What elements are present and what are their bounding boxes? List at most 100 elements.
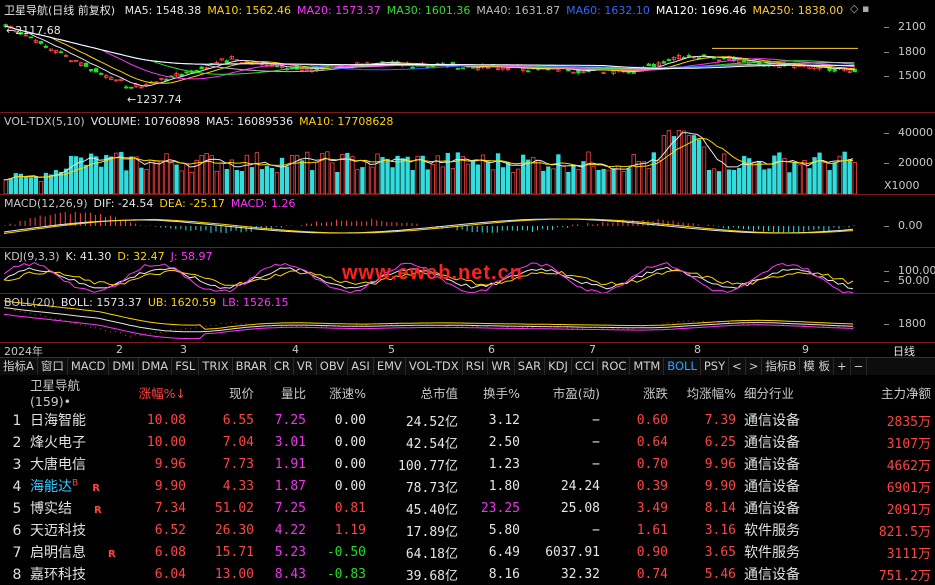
- volume-bar: [807, 168, 812, 194]
- stock-name[interactable]: 烽火电子: [30, 435, 86, 451]
- chart-toggle-icon[interactable]: ◇ ▪: [850, 2, 869, 15]
- column-header[interactable]: 主力净额: [836, 375, 935, 409]
- kline-panel[interactable]: 卫星导航(日线 前复权) MA5: 1548.38 MA10: 1562.46 MA…: [0, 0, 883, 112]
- volume-bar: [822, 161, 827, 194]
- tab--[interactable]: <: [729, 358, 746, 375]
- table-row[interactable]: 1 日海智能 10.08 6.55 7.25 0.00 24.52亿 3.12 − 0.60 7.3…: [0, 409, 935, 431]
- volume-bar: [701, 146, 707, 194]
- table-row[interactable]: 5 博实结 R 7.34 51.02 7.25 0.81 45.40亿 23.25 25.08 3.…: [0, 497, 935, 519]
- tab-boll[interactable]: BOLL: [664, 358, 701, 375]
- column-header[interactable]: 换手%: [462, 375, 524, 409]
- tab--[interactable]: +: [834, 358, 851, 375]
- tab-wr[interactable]: WR: [488, 358, 515, 375]
- change: 0.90: [636, 544, 668, 560]
- tab-dmi[interactable]: DMI: [109, 358, 139, 375]
- column-header[interactable]: 现价: [190, 375, 258, 409]
- avg-change: 5.46: [704, 566, 736, 582]
- column-header[interactable]: 市盈(动): [524, 375, 604, 409]
- table-row[interactable]: 2 烽火电子 10.00 7.04 3.01 0.00 42.54亿 2.50 − 0.64 6.2…: [0, 431, 935, 453]
- change: 0.70: [636, 456, 668, 472]
- column-header[interactable]: 细分行业: [740, 375, 836, 409]
- stock-name[interactable]: 海能达: [30, 479, 72, 495]
- industry: 通信设备: [744, 479, 800, 495]
- table-row[interactable]: 3 大唐电信 9.96 7.73 1.91 0.00 100.77亿 1.23 − 0.70 9.9…: [0, 453, 935, 475]
- stock-name[interactable]: 大唐电信: [30, 457, 86, 473]
- column-header[interactable]: 量比: [258, 375, 310, 409]
- volume-panel[interactable]: VOL-TDX(5,10) VOLUME: 10760898 MA5: 160895…: [0, 113, 883, 194]
- volume-bar: [154, 160, 159, 194]
- ma-legend: MA5: 1548.38 MA10: 1562.46 MA20: 1573.37 MA…: [125, 4, 850, 17]
- date-month: 4: [292, 343, 299, 356]
- column-header[interactable]: 均涨幅%: [672, 375, 740, 409]
- boll-header: BOLL(20) BOLL: 1573.37 UB: 1620.59 LB: 1526…: [4, 296, 295, 309]
- watermark: www.eweb.net.cn: [342, 262, 523, 284]
- column-header[interactable]: 总市值: [370, 375, 462, 409]
- volume-bar: [204, 152, 209, 194]
- tab-rsi[interactable]: RSI: [463, 358, 489, 375]
- tab-trix[interactable]: TRIX: [199, 358, 233, 375]
- volume-bar: [83, 164, 89, 194]
- tab--b[interactable]: 指标B: [762, 358, 801, 375]
- column-header[interactable]: 涨跌: [604, 375, 672, 409]
- column-header[interactable]: 涨速%: [310, 375, 370, 409]
- tab-vol-tdx[interactable]: VOL-TDX: [406, 358, 463, 375]
- main-net-flow: 751.2万: [878, 568, 931, 584]
- tab-cr[interactable]: CR: [271, 358, 294, 375]
- tab--[interactable]: 窗口: [38, 358, 68, 375]
- volume-bar: [536, 159, 541, 194]
- tab--[interactable]: >: [746, 358, 763, 375]
- tab-vr[interactable]: VR: [294, 358, 317, 375]
- volume-bar: [566, 171, 571, 194]
- change-pct: 6.52: [154, 522, 186, 538]
- volume-bar: [711, 168, 717, 194]
- table-row[interactable]: 7 启明信息 R 6.08 15.71 5.23 -0.50 64.18亿 6.49 6037.9…: [0, 541, 935, 563]
- tab-sar[interactable]: SAR: [515, 358, 546, 375]
- macd-panel[interactable]: MACD(12,26,9) DIF: -24.54 DEA: -25.17 MACD:…: [0, 195, 883, 247]
- tab-psy[interactable]: PSY: [701, 358, 730, 375]
- stock-name[interactable]: 嘉环科技: [30, 567, 86, 583]
- table-row[interactable]: 4 海能达B R 9.90 4.33 1.87 0.00 78.73亿 1.80 24.24 0.3…: [0, 475, 935, 497]
- axis-tick: 50.00: [898, 274, 930, 287]
- date-month: 6: [488, 343, 495, 356]
- macd-legend-item: MACD: 1.26: [230, 197, 296, 210]
- tab-dma[interactable]: DMA: [139, 358, 173, 375]
- tab-mtm[interactable]: MTM: [630, 358, 665, 375]
- candle-body: [631, 72, 636, 74]
- stock-name[interactable]: 天迈科技: [30, 523, 86, 539]
- main-net-flow: 2835万: [886, 414, 931, 430]
- tab--a[interactable]: 指标A: [0, 358, 38, 375]
- tab-emv[interactable]: EMV: [374, 358, 406, 375]
- stock-name[interactable]: 日海智能: [30, 413, 86, 429]
- volume-bar: [274, 172, 280, 194]
- kdj-header: KDJ(9,3,3) K: 41.30 D: 32.47 J: 58.97: [4, 250, 219, 263]
- volume-bar: [842, 151, 847, 194]
- tab-obv[interactable]: OBV: [317, 358, 349, 375]
- tab--[interactable]: −: [851, 358, 868, 375]
- table-row[interactable]: 6 天迈科技 6.52 26.30 4.22 1.19 17.89亿 5.80 − 1.61 3.1…: [0, 519, 935, 541]
- boll-panel[interactable]: BOLL(20) BOLL: 1573.37 UB: 1620.59 LB: 1526…: [0, 294, 883, 342]
- tab-kdj[interactable]: KDJ: [545, 358, 572, 375]
- table-row[interactable]: 8 嘉环科技 6.04 13.00 8.43 -0.83 39.68亿 8.16 32.32 0.…: [0, 563, 935, 585]
- tab-cci[interactable]: CCI: [572, 358, 599, 375]
- tab-fsl[interactable]: FSL: [172, 358, 200, 375]
- column-header[interactable]: 涨幅%↓: [122, 375, 190, 409]
- tab-macd[interactable]: MACD: [68, 358, 110, 375]
- column-header[interactable]: 卫星导航(159)•: [0, 375, 122, 409]
- avg-change: 3.65: [704, 544, 736, 560]
- boll-line: [3, 307, 854, 333]
- stock-name[interactable]: 启明信息: [30, 545, 86, 561]
- stock-tag: B: [72, 478, 79, 489]
- volume-bar: [787, 172, 792, 194]
- volume-bar: [330, 162, 335, 194]
- tab-brar[interactable]: BRAR: [233, 358, 271, 375]
- candle-body: [38, 40, 44, 44]
- stock-name[interactable]: 博实结: [30, 501, 72, 517]
- ma-legend-item: MA10: 1562.46: [207, 4, 292, 17]
- volume-bar: [792, 162, 797, 194]
- tab-asi[interactable]: ASI: [348, 358, 374, 375]
- tab--[interactable]: 模 板: [800, 358, 834, 375]
- volume-bar: [737, 167, 742, 194]
- volume-bar: [676, 129, 682, 194]
- tab-roc[interactable]: ROC: [598, 358, 631, 375]
- turnover: 3.12: [488, 412, 520, 428]
